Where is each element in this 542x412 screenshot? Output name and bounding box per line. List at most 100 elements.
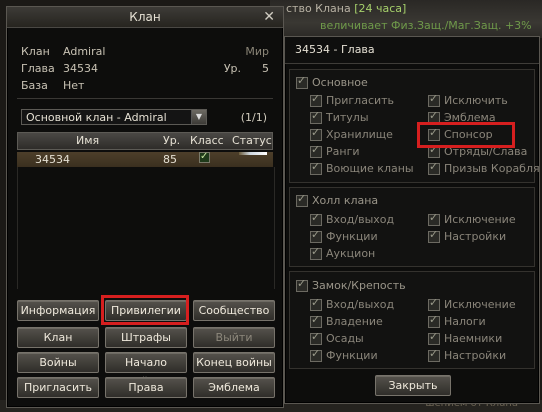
leader-name: 34534 xyxy=(63,62,98,75)
member-table-header: Имя Ур. Класс Статус xyxy=(17,132,273,150)
priv-castle-functions[interactable]: Функции xyxy=(310,347,378,363)
clan-unit-select[interactable]: Основной клан - Admiral ▼ xyxy=(21,109,207,125)
leader-label: Глава xyxy=(21,62,55,75)
checkbox-icon xyxy=(310,228,322,243)
clan-info-row: Клан Admiral Мир xyxy=(21,43,271,60)
clan-window: Клан ✕ Клан Admiral Мир Глава 34534 Ур. … xyxy=(6,6,284,408)
priv-castle-sieges[interactable]: Осады xyxy=(310,330,364,346)
priv-invite[interactable]: Пригласить xyxy=(310,92,394,108)
base-info-row: База Нет xyxy=(21,77,271,94)
group-basic-toggle[interactable]: Основное xyxy=(296,74,368,90)
checkbox-icon xyxy=(310,126,322,141)
priv-titles[interactable]: Титулы xyxy=(310,109,369,125)
clan-level: 5 xyxy=(262,62,269,75)
clan-info: Клан Admiral Мир Глава 34534 Ур. 5 База … xyxy=(21,43,271,94)
priv-ranks[interactable]: Ранги xyxy=(310,143,360,159)
checkbox-icon xyxy=(296,192,308,207)
clan-button[interactable]: Клан xyxy=(17,327,99,348)
checkbox-icon xyxy=(310,109,322,124)
member-table: Имя Ур. Класс Статус 34534 85 xyxy=(17,132,273,167)
divider xyxy=(17,98,273,99)
community-button[interactable]: Сообщество xyxy=(193,300,275,321)
highlight-box-sponsor xyxy=(417,122,515,148)
table-row[interactable]: 34534 85 xyxy=(17,149,273,167)
invite-button[interactable]: Пригласить xyxy=(17,377,99,398)
priv-castle-mercenaries[interactable]: Наемники xyxy=(428,330,502,346)
level-label: Ур. xyxy=(223,62,241,75)
checkbox-icon xyxy=(310,347,322,362)
checkbox-icon xyxy=(428,313,440,328)
base-label: База xyxy=(21,79,48,92)
chevron-down-icon[interactable]: ▼ xyxy=(191,110,206,124)
group-hall-toggle[interactable]: Холл клана xyxy=(296,192,378,208)
priv-castle-settings[interactable]: Настройки xyxy=(428,347,506,363)
col-level-header[interactable]: Ур. xyxy=(163,133,180,149)
checkbox-icon xyxy=(296,74,308,89)
priv-warring-clans[interactable]: Воющие кланы xyxy=(310,160,414,176)
priv-hall-settings[interactable]: Настройки xyxy=(428,228,506,244)
page-indicator: (1/1) xyxy=(240,111,267,124)
close-button[interactable]: Закрыть xyxy=(375,375,451,396)
leave-button[interactable]: Выйти xyxy=(193,327,275,348)
clan-label: Клан xyxy=(21,45,50,58)
priv-castle-taxes[interactable]: Налоги xyxy=(428,313,486,329)
priv-hall-entry[interactable]: Вход/выход xyxy=(310,211,394,227)
privileges-header: 34534 - Глава xyxy=(285,37,539,64)
fines-button[interactable]: Штрафы xyxy=(105,327,187,348)
priv-castle-exclusion[interactable]: Исключение xyxy=(428,296,516,312)
clan-name: Admiral xyxy=(63,45,106,58)
highlight-box-privileges xyxy=(101,295,189,325)
rights-button[interactable]: Права xyxy=(105,377,187,398)
checkbox-icon xyxy=(310,330,322,345)
clan-window-titlebar[interactable]: Клан ✕ xyxy=(7,7,283,28)
member-name: 34534 xyxy=(35,153,70,166)
leader-info-row: Глава 34534 Ур. 5 xyxy=(21,60,271,77)
clan-unit-select-value: Основной клан - Admiral xyxy=(26,111,167,124)
base-value: Нет xyxy=(63,79,85,92)
member-list-area xyxy=(17,167,275,289)
checkbox-icon xyxy=(310,92,322,107)
col-status-header[interactable]: Статус xyxy=(232,133,272,149)
group-clan-hall: Холл клана Вход/выход Функции Аукцион Ис… xyxy=(289,187,535,267)
world-label: Мир xyxy=(245,45,269,58)
member-level: 85 xyxy=(163,153,177,166)
info-button[interactable]: Информация xyxy=(17,300,99,321)
col-class-header[interactable]: Класс xyxy=(190,133,224,149)
checkbox-icon xyxy=(428,296,440,311)
checkbox-icon xyxy=(428,347,440,362)
checkbox-icon xyxy=(428,92,440,107)
privileges-window: 34534 - Глава Основное Пригласить Титулы… xyxy=(284,36,540,404)
priv-castle-entry[interactable]: Вход/выход xyxy=(310,296,394,312)
checkbox-icon xyxy=(428,211,440,226)
wars-button[interactable]: Войны xyxy=(17,352,99,373)
priv-hall-functions[interactable]: Функции xyxy=(310,228,378,244)
checkbox-icon xyxy=(310,313,322,328)
checkbox-icon xyxy=(428,330,440,345)
priv-summon-ship[interactable]: Призыв Корабля xyxy=(428,160,540,176)
start-war-button[interactable]: Начало войны xyxy=(105,352,187,388)
col-name-header[interactable]: Имя xyxy=(76,133,99,149)
checkbox-icon xyxy=(310,143,322,158)
clan-window-title: Клан xyxy=(129,10,161,24)
priv-expel[interactable]: Исключить xyxy=(428,92,508,108)
end-war-button[interactable]: Конец войны xyxy=(193,352,275,373)
priv-warehouse[interactable]: Хранилище xyxy=(310,126,393,142)
checkbox-icon xyxy=(310,245,322,260)
group-castle: Замок/Крепость Вход/выход Владение Осады… xyxy=(289,271,535,369)
checkbox-icon xyxy=(310,296,322,311)
background-game-text: ство Клана [24 часа] величивает Физ.Защ.… xyxy=(270,0,542,38)
priv-hall-auction[interactable]: Аукцион xyxy=(310,245,375,261)
clan-buff-title: ство Клана [24 часа] xyxy=(286,2,407,15)
checkbox-icon xyxy=(428,228,440,243)
checkbox-icon xyxy=(310,160,322,175)
emblem-button[interactable]: Эмблема xyxy=(193,377,275,398)
group-castle-toggle[interactable]: Замок/Крепость xyxy=(296,277,406,293)
checkbox-icon xyxy=(310,211,322,226)
online-status-icon xyxy=(239,152,267,155)
priv-castle-ownership[interactable]: Владение xyxy=(310,313,383,329)
clan-buff-effect: величивает Физ.Защ./Маг.Защ. +3% xyxy=(320,19,532,32)
close-icon[interactable]: ✕ xyxy=(263,7,275,27)
priv-hall-exclusion[interactable]: Исключение xyxy=(428,211,516,227)
group-basic: Основное Пригласить Титулы Хранилище Ран… xyxy=(289,69,540,183)
checkbox-icon xyxy=(428,160,440,175)
